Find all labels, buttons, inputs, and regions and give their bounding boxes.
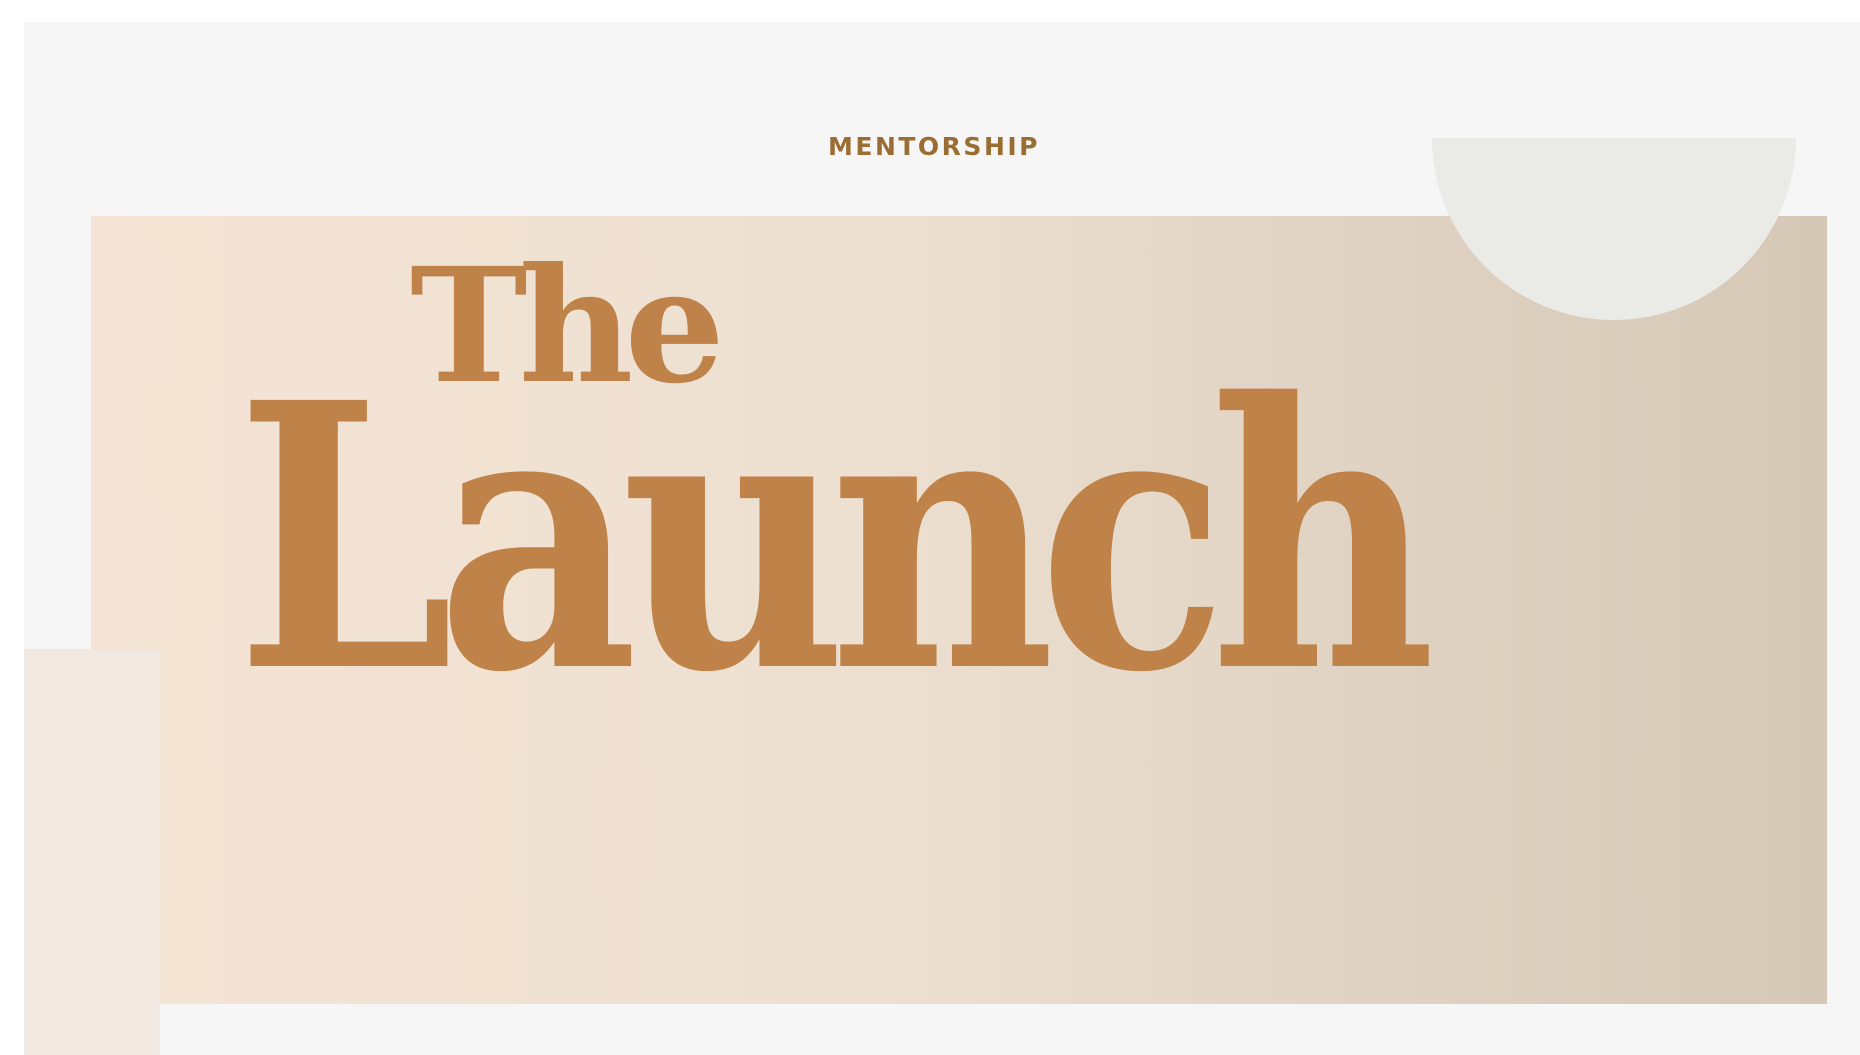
decorative-side-panel <box>24 649 160 1055</box>
section-eyebrow: MENTORSHIP <box>828 132 1040 161</box>
hero-title-launch: Launch <box>236 324 1436 753</box>
page: MENTORSHIP The Launch <box>0 0 1860 1055</box>
